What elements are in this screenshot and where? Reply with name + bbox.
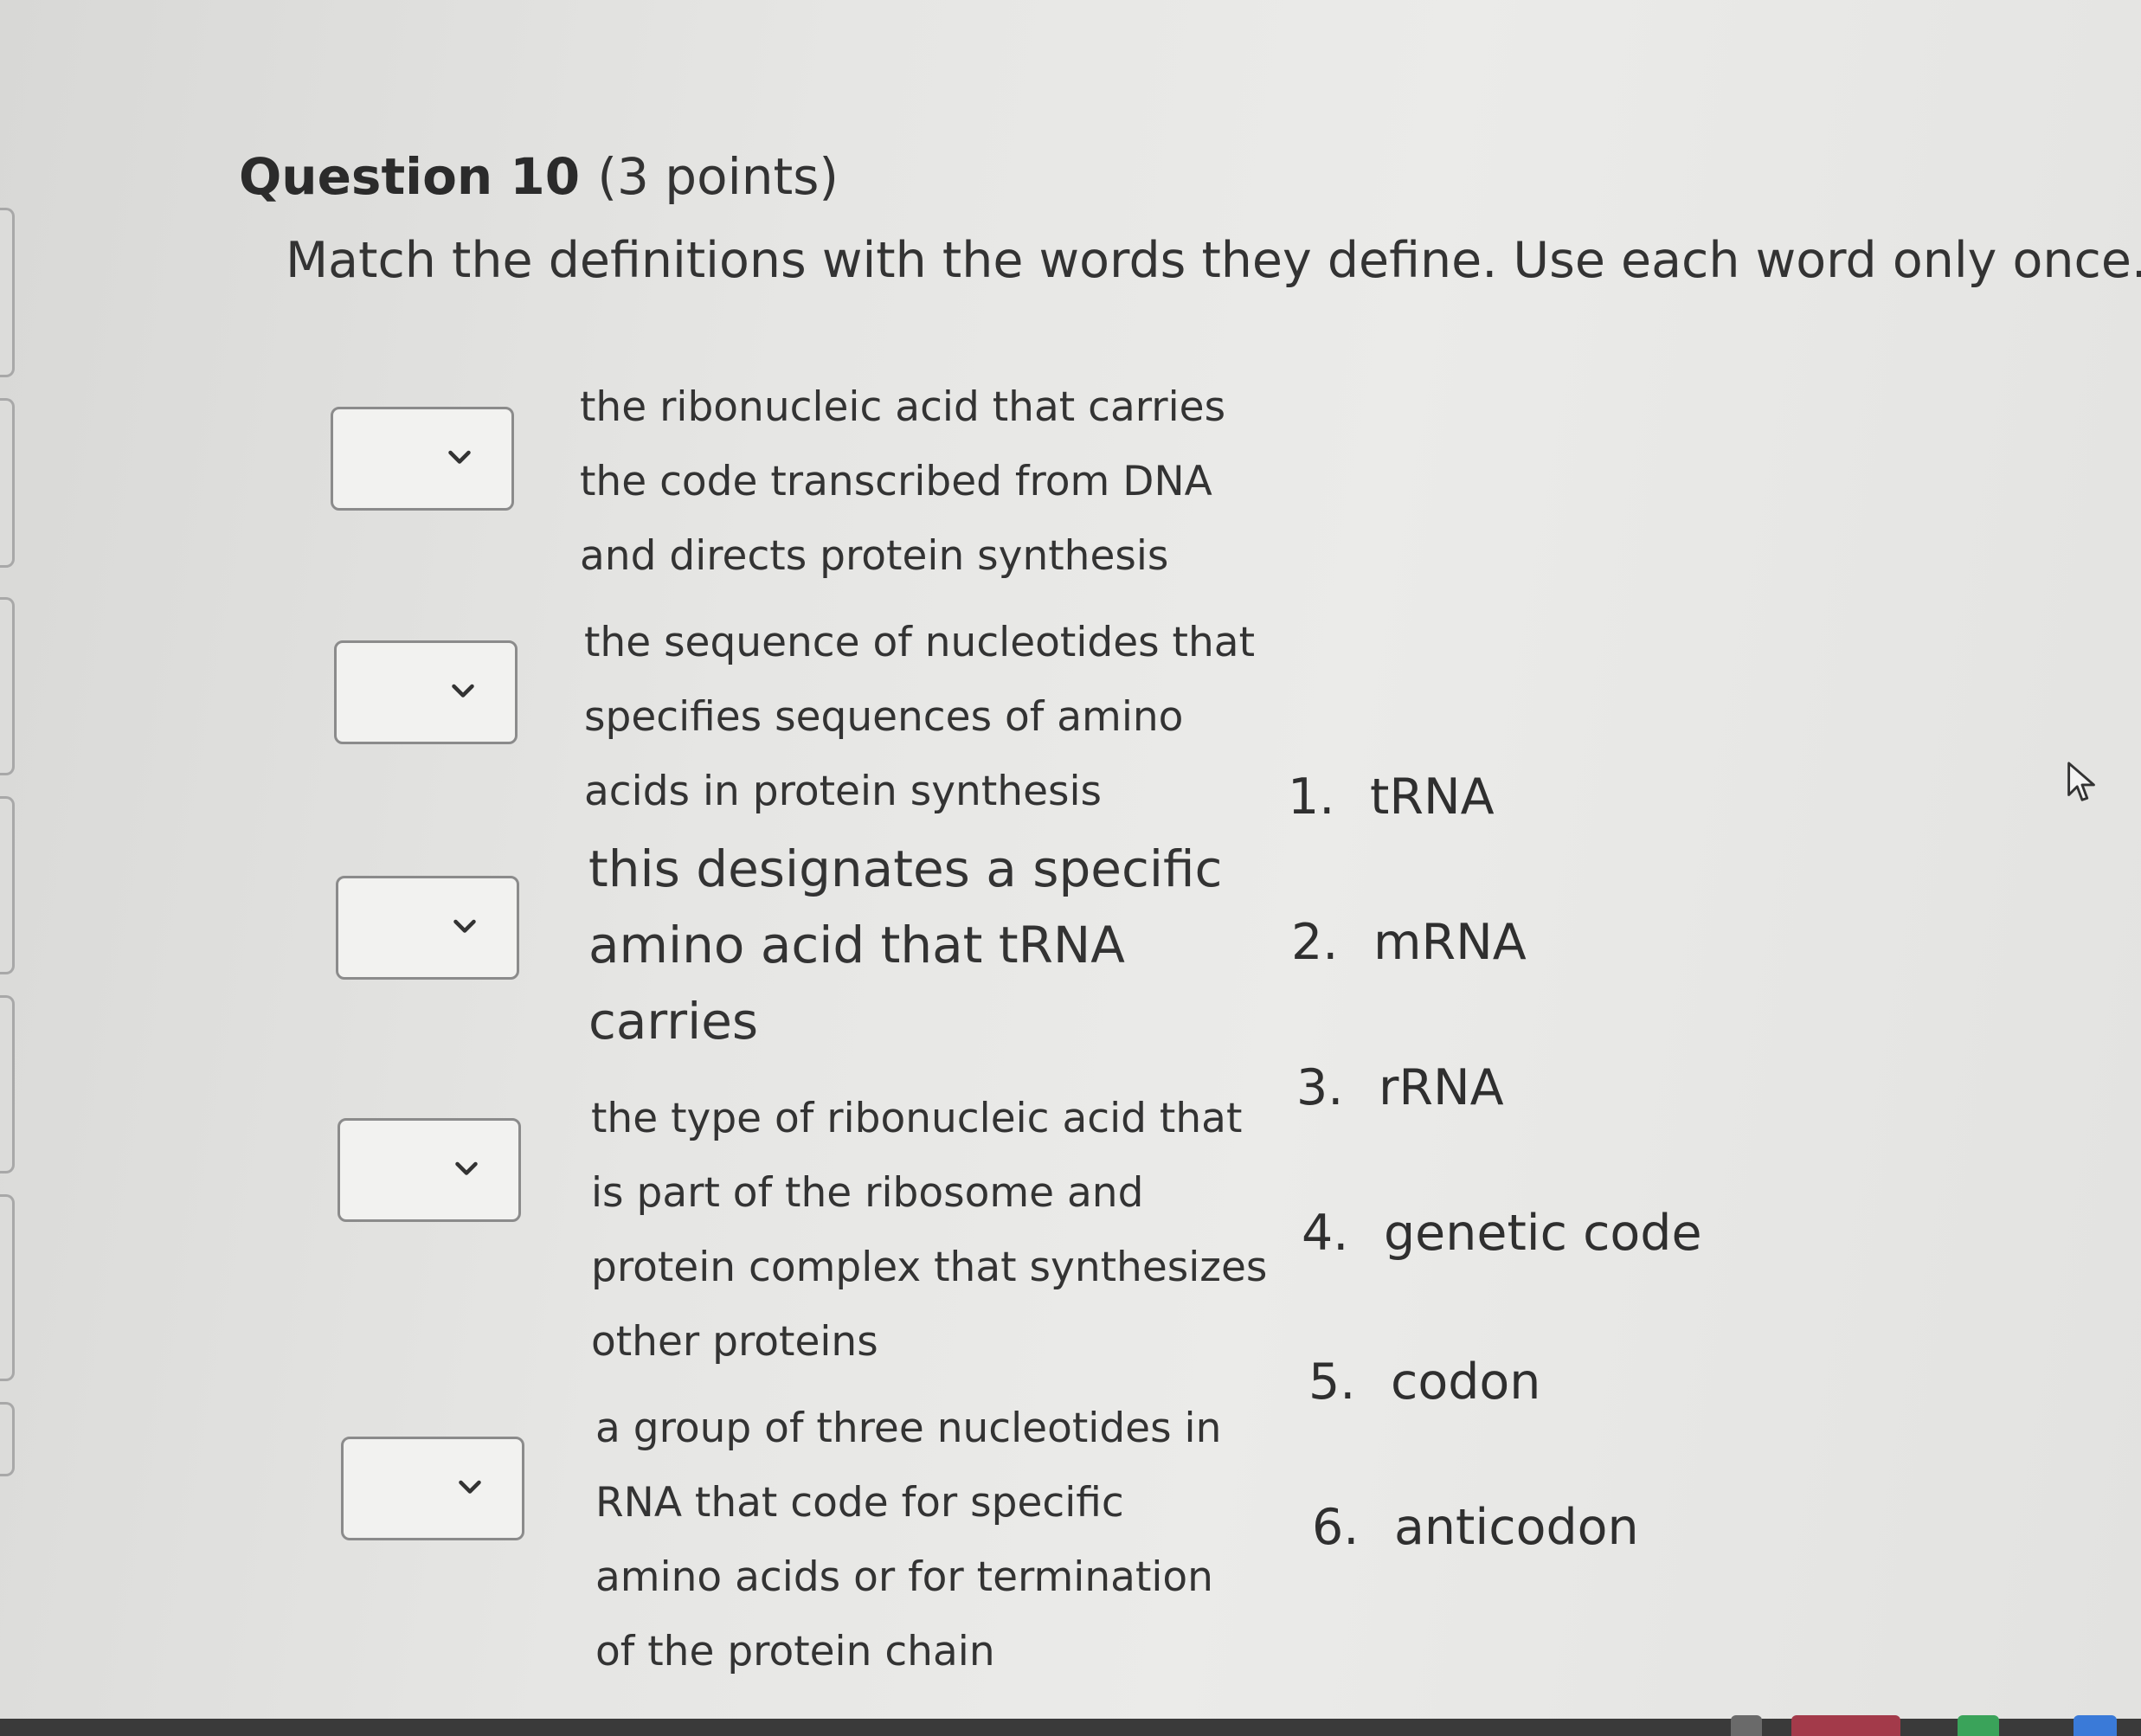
- word-label: rRNA: [1379, 1059, 1504, 1116]
- word-index: 1.: [1288, 768, 1335, 826]
- side-panel-edge: [0, 1402, 15, 1476]
- question-number: Question 10: [239, 147, 581, 206]
- word-index: 6.: [1312, 1499, 1360, 1556]
- chevron-down-icon: [453, 919, 476, 933]
- word-index: 3.: [1296, 1059, 1344, 1116]
- word-label: mRNA: [1373, 914, 1527, 971]
- definition-line: the sequence of nucleotides that: [584, 619, 1255, 666]
- mouse-pointer-icon: [2067, 762, 2095, 801]
- chevron-down-icon: [448, 450, 471, 464]
- definition-line: a group of three nucleotides in: [595, 1405, 1222, 1452]
- definition-1: the ribonucleic acid that carries the co…: [580, 370, 1225, 594]
- definition-line: amino acid that tRNA: [588, 916, 1125, 974]
- word-index: 2.: [1291, 914, 1339, 971]
- taskbar-app-icon[interactable]: [2073, 1715, 2117, 1736]
- word-label: genetic code: [1384, 1205, 1702, 1262]
- quiz-page: Question 10 (3 points) Match the definit…: [0, 0, 2141, 1736]
- side-panel-edge: [0, 208, 15, 377]
- definition-line: amino acids or for termination: [595, 1553, 1213, 1601]
- word-option-2: 2. mRNA: [1291, 914, 1527, 971]
- definition-line: and directs protein synthesis: [580, 532, 1169, 580]
- definition-line: acids in protein synthesis: [584, 768, 1103, 815]
- taskbar-app-icon[interactable]: [1958, 1715, 1999, 1736]
- side-panel-edge: [0, 796, 15, 974]
- definition-line: of the protein chain: [595, 1628, 995, 1675]
- chevron-down-icon: [452, 684, 474, 698]
- question-title: Question 10 (3 points): [239, 147, 839, 206]
- definition-line: protein complex that synthesizes: [591, 1244, 1268, 1291]
- side-panel-edge: [0, 597, 15, 775]
- definition-line: other proteins: [591, 1318, 878, 1366]
- definition-line: carries: [588, 992, 759, 1051]
- definition-line: this designates a specific: [588, 839, 1223, 898]
- definition-line: is part of the ribosome and: [591, 1169, 1144, 1217]
- taskbar-app-icon[interactable]: [1791, 1715, 1900, 1736]
- definition-line: RNA that code for specific: [595, 1479, 1124, 1527]
- definition-line: the ribonucleic acid that carries: [580, 383, 1226, 431]
- match-select-2[interactable]: [334, 640, 518, 744]
- word-label: tRNA: [1370, 768, 1495, 826]
- definition-line: the type of ribonucleic acid that: [591, 1095, 1243, 1142]
- match-select-1[interactable]: [331, 407, 514, 511]
- word-option-4: 4. genetic code: [1302, 1205, 1702, 1262]
- chevron-down-icon: [455, 1161, 478, 1175]
- word-label: anticodon: [1394, 1499, 1639, 1556]
- taskbar: [0, 1715, 2141, 1736]
- question-instructions: Match the definitions with the words the…: [286, 232, 2141, 289]
- side-panel-edge: [0, 398, 15, 568]
- taskbar-app-icon[interactable]: [1731, 1715, 1762, 1736]
- word-label: codon: [1391, 1353, 1541, 1411]
- word-option-5: 5. codon: [1308, 1353, 1540, 1411]
- side-panel-edge: [0, 1194, 15, 1381]
- word-option-1: 1. tRNA: [1288, 768, 1495, 826]
- definition-5: a group of three nucleotides in RNA that…: [595, 1392, 1221, 1689]
- definition-line: specifies sequences of amino: [584, 693, 1184, 741]
- word-index: 4.: [1302, 1205, 1349, 1262]
- match-select-4[interactable]: [338, 1118, 521, 1222]
- definition-line: the code transcribed from DNA: [580, 458, 1212, 505]
- match-select-3[interactable]: [336, 876, 519, 980]
- definition-3: this designates a specific amino acid th…: [588, 831, 1222, 1059]
- chevron-down-icon: [459, 1480, 481, 1494]
- word-option-6: 6. anticodon: [1312, 1499, 1639, 1556]
- question-points: (3 points): [597, 147, 839, 206]
- match-select-5[interactable]: [341, 1437, 524, 1540]
- word-index: 5.: [1308, 1353, 1356, 1411]
- side-panel-edge: [0, 995, 15, 1173]
- definition-4: the type of ribonucleic acid that is par…: [591, 1082, 1267, 1379]
- word-option-3: 3. rRNA: [1296, 1059, 1504, 1116]
- definition-2: the sequence of nucleotides that specifi…: [584, 606, 1255, 829]
